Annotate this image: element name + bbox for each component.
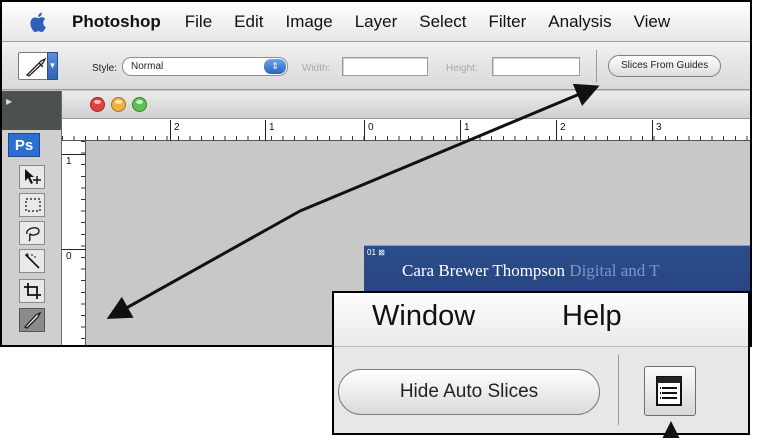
callout-divider bbox=[618, 355, 619, 425]
hide-auto-slices-button[interactable]: Hide Auto Slices bbox=[338, 369, 600, 415]
menu-analysis[interactable]: Analysis bbox=[548, 12, 611, 32]
height-label: Height: bbox=[446, 63, 478, 74]
ruler-major-tick bbox=[170, 120, 171, 141]
lasso-tool[interactable] bbox=[19, 221, 45, 245]
ruler-label: 3 bbox=[656, 122, 662, 133]
ruler-label: 1 bbox=[66, 156, 72, 167]
slice-options-button[interactable] bbox=[644, 366, 696, 416]
tool-preset-picker[interactable]: ▼ bbox=[18, 52, 58, 80]
slice-tool-icon bbox=[24, 311, 42, 329]
ruler-major-tick bbox=[62, 249, 86, 250]
magic-wand-icon bbox=[25, 253, 40, 269]
ruler-label: 2 bbox=[560, 122, 566, 133]
slices-from-guides-button[interactable]: Slices From Guides bbox=[608, 55, 722, 77]
ruler-major-tick bbox=[265, 120, 266, 141]
slice-tool-icon bbox=[25, 57, 47, 77]
ps-logo[interactable]: Ps bbox=[8, 133, 40, 157]
menu-bar: Photoshop File Edit Image Layer Select F… bbox=[2, 2, 750, 42]
tools-panel-header[interactable]: ▶ bbox=[2, 91, 61, 130]
document-title-bar[interactable] bbox=[62, 91, 750, 119]
width-field[interactable] bbox=[342, 57, 428, 76]
ruler-label: 0 bbox=[66, 251, 72, 262]
ruler-major-tick bbox=[460, 120, 461, 141]
options-divider bbox=[596, 50, 597, 82]
minimize-button[interactable] bbox=[111, 97, 126, 112]
vertical-ruler[interactable]: 1 0 bbox=[62, 141, 86, 345]
menu-layer[interactable]: Layer bbox=[355, 12, 398, 32]
width-label: Width: bbox=[302, 63, 331, 74]
ruler-label: 1 bbox=[464, 122, 470, 133]
menu-view[interactable]: View bbox=[634, 12, 671, 32]
ruler-label: 0 bbox=[368, 122, 374, 133]
slice-options-icon bbox=[656, 376, 682, 406]
zoom-callout: Window Help Hide Auto Slices bbox=[332, 291, 750, 435]
menu-edit[interactable]: Edit bbox=[234, 12, 263, 32]
menu-app-name[interactable]: Photoshop bbox=[72, 12, 161, 32]
marquee-tool[interactable] bbox=[19, 193, 45, 217]
apple-icon[interactable] bbox=[28, 11, 50, 33]
style-select[interactable]: Normal ⇕ bbox=[122, 57, 288, 76]
menu-select[interactable]: Select bbox=[419, 12, 466, 32]
horizontal-ruler[interactable]: 2 1 0 1 2 3 bbox=[62, 119, 750, 141]
style-label: Style: bbox=[92, 63, 118, 74]
ruler-label: 1 bbox=[269, 122, 275, 133]
ruler-label: 2 bbox=[174, 122, 180, 133]
options-bar: ▼ Style: Normal ⇕ Width: Height: Slices … bbox=[2, 42, 750, 90]
lasso-tool-icon bbox=[26, 227, 40, 242]
menu-image[interactable]: Image bbox=[285, 12, 332, 32]
zoom-menu-bar: Window Help bbox=[334, 293, 748, 347]
ruler-major-tick bbox=[652, 120, 653, 141]
menu-filter[interactable]: Filter bbox=[489, 12, 527, 32]
ruler-major-tick bbox=[556, 120, 557, 141]
ruler-major-tick bbox=[364, 120, 365, 141]
move-tool-icon bbox=[25, 169, 41, 184]
height-field[interactable] bbox=[492, 57, 580, 76]
slice-tool[interactable] bbox=[19, 308, 45, 332]
move-tool[interactable] bbox=[19, 165, 45, 189]
menu-file[interactable]: File bbox=[185, 12, 212, 32]
crop-tool[interactable] bbox=[19, 279, 45, 303]
collapse-arrow-icon[interactable]: ▶ bbox=[6, 97, 12, 106]
style-select-value: Normal bbox=[131, 61, 164, 72]
slice-number-badge: 01 ⊠ bbox=[367, 248, 385, 257]
menu-window[interactable]: Window bbox=[372, 300, 475, 333]
slice-image-text: Cara Brewer Thompson Digital and T bbox=[402, 261, 660, 280]
menu-help[interactable]: Help bbox=[562, 300, 622, 333]
close-button[interactable] bbox=[90, 97, 105, 112]
preset-dropdown-arrow[interactable]: ▼ bbox=[47, 52, 58, 80]
ruler-major-tick bbox=[62, 154, 86, 155]
zoom-button[interactable] bbox=[132, 97, 147, 112]
marquee-tool-icon bbox=[25, 198, 41, 212]
crop-tool-icon bbox=[24, 283, 41, 299]
select-arrows-icon: ⇕ bbox=[264, 59, 286, 74]
magic-wand-tool[interactable] bbox=[19, 249, 45, 273]
